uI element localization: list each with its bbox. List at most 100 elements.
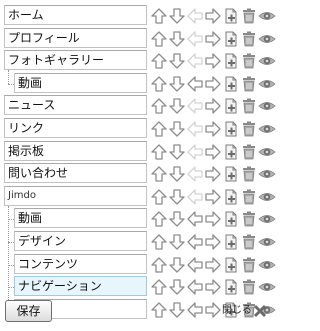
arrow-left-icon[interactable] <box>185 232 205 252</box>
visibility-eye-icon[interactable] <box>257 51 277 71</box>
delete-icon[interactable] <box>239 277 259 297</box>
page-title-field[interactable]: リンク <box>4 118 147 138</box>
arrow-up-icon[interactable] <box>149 277 169 297</box>
arrow-left-icon[interactable] <box>185 277 205 297</box>
visibility-eye-icon[interactable] <box>257 96 277 116</box>
arrow-right-icon[interactable] <box>203 277 223 297</box>
visibility-eye-icon[interactable] <box>257 142 277 162</box>
add-page-icon[interactable] <box>221 6 241 26</box>
delete-icon[interactable] <box>239 232 259 252</box>
add-page-icon[interactable] <box>221 74 241 94</box>
add-page-icon[interactable] <box>221 277 241 297</box>
delete-icon[interactable] <box>239 209 259 229</box>
visibility-eye-icon[interactable] <box>257 74 277 94</box>
arrow-right-icon[interactable] <box>203 29 223 49</box>
arrow-down-icon[interactable] <box>167 51 187 71</box>
arrow-right-icon[interactable] <box>203 209 223 229</box>
arrow-right-icon[interactable] <box>203 300 223 320</box>
visibility-eye-icon[interactable] <box>257 232 277 252</box>
arrow-left-icon[interactable] <box>185 74 205 94</box>
arrow-right-icon[interactable] <box>203 96 223 116</box>
page-title-field[interactable]: プロフィール <box>4 27 147 48</box>
arrow-down-icon[interactable] <box>167 277 187 297</box>
visibility-eye-icon[interactable] <box>257 119 277 139</box>
visibility-eye-icon[interactable] <box>257 209 277 229</box>
page-title-field[interactable]: 掲示板 <box>4 140 147 161</box>
arrow-left-icon[interactable] <box>185 209 205 229</box>
arrow-up-icon[interactable] <box>149 300 169 320</box>
page-title-field[interactable]: 問い合わせ <box>4 163 147 184</box>
delete-icon[interactable] <box>239 74 259 94</box>
arrow-down-icon[interactable] <box>167 96 187 116</box>
arrow-up-icon[interactable] <box>149 74 169 94</box>
add-page-icon[interactable] <box>221 209 241 229</box>
arrow-down-icon[interactable] <box>167 164 187 184</box>
arrow-up-icon[interactable] <box>149 51 169 71</box>
visibility-eye-icon[interactable] <box>257 187 277 207</box>
arrow-down-icon[interactable] <box>167 255 187 275</box>
visibility-eye-icon[interactable] <box>257 6 277 26</box>
arrow-up-icon[interactable] <box>149 255 169 275</box>
arrow-right-icon[interactable] <box>203 119 223 139</box>
delete-icon[interactable] <box>239 187 259 207</box>
delete-icon[interactable] <box>239 29 259 49</box>
page-title-field[interactable]: 動画 <box>14 208 147 229</box>
arrow-right-icon[interactable] <box>203 255 223 275</box>
page-title-field[interactable]: フォトギャラリー <box>4 50 147 71</box>
add-page-icon[interactable] <box>221 51 241 71</box>
arrow-up-icon[interactable] <box>149 164 169 184</box>
arrow-up-icon[interactable] <box>149 142 169 162</box>
arrow-up-icon[interactable] <box>149 96 169 116</box>
page-title-field[interactable]: ナビゲーション <box>14 276 147 297</box>
delete-icon[interactable] <box>239 255 259 275</box>
close-link[interactable]: 閉じる <box>222 303 252 319</box>
page-title-field[interactable]: 動画 <box>14 72 147 93</box>
arrow-down-icon[interactable] <box>167 232 187 252</box>
arrow-down-icon[interactable] <box>167 119 187 139</box>
delete-icon[interactable] <box>239 6 259 26</box>
delete-icon[interactable] <box>239 142 259 162</box>
arrow-right-icon[interactable] <box>203 74 223 94</box>
visibility-eye-icon[interactable] <box>257 255 277 275</box>
page-title-field[interactable]: コンテンツ <box>14 253 147 274</box>
arrow-up-icon[interactable] <box>149 119 169 139</box>
arrow-up-icon[interactable] <box>149 29 169 49</box>
arrow-down-icon[interactable] <box>167 209 187 229</box>
arrow-right-icon[interactable] <box>203 232 223 252</box>
arrow-up-icon[interactable] <box>149 6 169 26</box>
arrow-right-icon[interactable] <box>203 187 223 207</box>
delete-icon[interactable] <box>239 96 259 116</box>
visibility-eye-icon[interactable] <box>257 164 277 184</box>
add-page-icon[interactable] <box>221 96 241 116</box>
arrow-down-icon[interactable] <box>167 300 187 320</box>
delete-icon[interactable] <box>239 164 259 184</box>
save-button[interactable]: 保存 <box>5 300 52 322</box>
arrow-right-icon[interactable] <box>203 164 223 184</box>
delete-icon[interactable] <box>239 51 259 71</box>
delete-icon[interactable] <box>239 119 259 139</box>
visibility-eye-icon[interactable] <box>257 29 277 49</box>
arrow-right-icon[interactable] <box>203 6 223 26</box>
arrow-down-icon[interactable] <box>167 6 187 26</box>
page-title-field[interactable]: Jimdo <box>4 185 147 206</box>
page-title-field[interactable]: ニュース <box>4 95 147 116</box>
close-icon[interactable] <box>251 302 269 320</box>
arrow-up-icon[interactable] <box>149 187 169 207</box>
arrow-right-icon[interactable] <box>203 51 223 71</box>
add-page-icon[interactable] <box>221 29 241 49</box>
page-title-field[interactable]: ホーム <box>4 5 147 25</box>
arrow-up-icon[interactable] <box>149 209 169 229</box>
add-page-icon[interactable] <box>221 119 241 139</box>
arrow-left-icon[interactable] <box>185 255 205 275</box>
add-page-icon[interactable] <box>221 142 241 162</box>
arrow-up-icon[interactable] <box>149 232 169 252</box>
add-page-icon[interactable] <box>221 187 241 207</box>
arrow-left-icon[interactable] <box>185 300 205 320</box>
add-page-icon[interactable] <box>221 164 241 184</box>
add-page-icon[interactable] <box>221 255 241 275</box>
page-title-field[interactable]: デザイン <box>14 231 147 251</box>
arrow-right-icon[interactable] <box>203 142 223 162</box>
add-page-icon[interactable] <box>221 232 241 252</box>
arrow-down-icon[interactable] <box>167 142 187 162</box>
arrow-down-icon[interactable] <box>167 29 187 49</box>
